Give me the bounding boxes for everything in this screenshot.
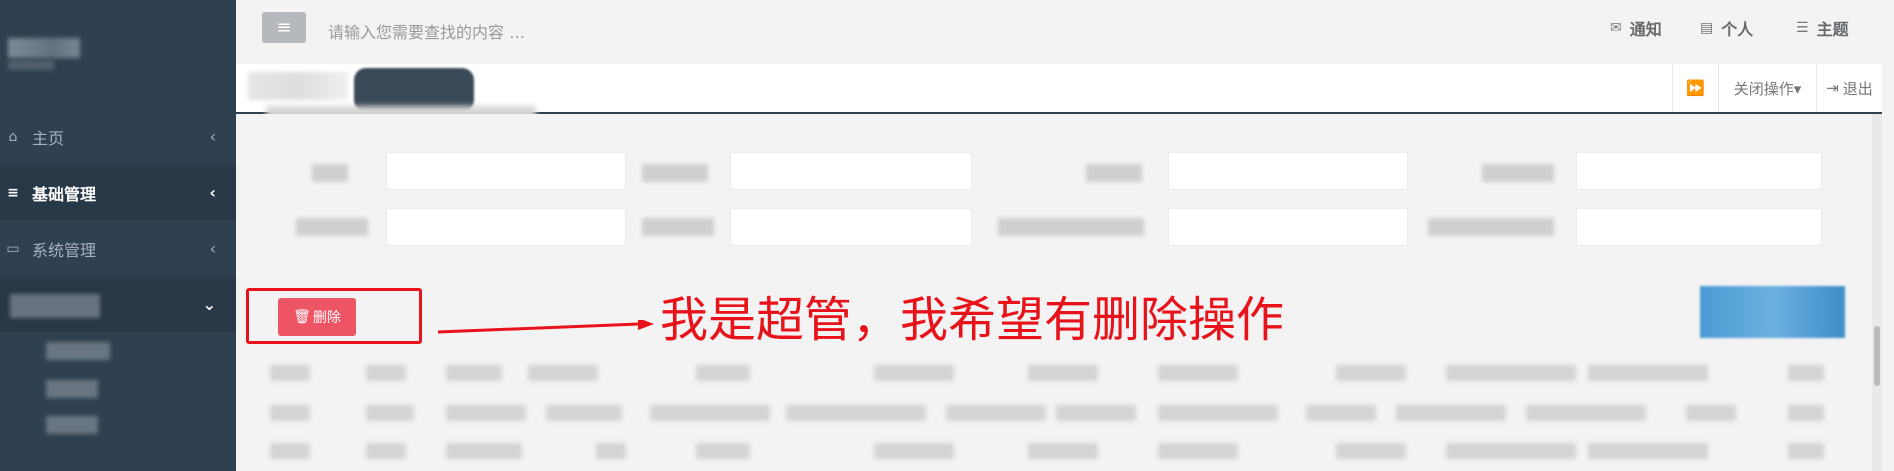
form-label bbox=[998, 218, 1144, 236]
logo-subtitle bbox=[8, 60, 54, 70]
column-toggle-button[interactable] bbox=[1700, 286, 1845, 338]
search-field[interactable] bbox=[386, 208, 626, 246]
annotation-arrow bbox=[438, 320, 654, 334]
search-field[interactable] bbox=[1168, 208, 1408, 246]
form-label bbox=[312, 164, 348, 182]
close-operations-label: 关闭操作▾ bbox=[1733, 79, 1802, 98]
annotation-text: 我是超管，我希望有删除操作 bbox=[660, 292, 1285, 348]
delete-button-label: 删除 bbox=[312, 310, 341, 326]
list-alt-icon: ☰ bbox=[1796, 20, 1809, 36]
sidebar-item-label: 基础管理 bbox=[32, 184, 97, 204]
scrollbar-thumb[interactable] bbox=[1874, 326, 1880, 386]
search-field[interactable] bbox=[730, 208, 972, 246]
id-card-icon: ▤ bbox=[1700, 20, 1714, 36]
sidebar: ⌂ 主页 ‹ ≡ 基础管理 ‹ ▭ 系统管理 ‹ ⌄ bbox=[0, 0, 236, 471]
sidebar-item-label bbox=[10, 294, 100, 318]
close-operations-dropdown[interactable]: 关闭操作▾ bbox=[1718, 64, 1816, 112]
envelope-icon: ✉ bbox=[1610, 20, 1622, 36]
select-field[interactable] bbox=[1576, 208, 1822, 246]
hamburger-icon: ≡ bbox=[276, 17, 292, 38]
notify-label: 通知 bbox=[1629, 20, 1662, 39]
sidebar-item-system-management[interactable]: ▭ 系统管理 ‹ bbox=[0, 222, 236, 276]
chevron-down-icon: ⌄ bbox=[202, 295, 216, 314]
tab-home[interactable] bbox=[248, 72, 348, 100]
sidebar-item-expanded[interactable]: ⌄ bbox=[0, 278, 236, 332]
profile-link[interactable]: ▤ 个人 bbox=[1700, 16, 1753, 40]
search-field[interactable] bbox=[386, 152, 626, 190]
submenu-item[interactable] bbox=[46, 342, 110, 360]
top-navbar: ≡ 请输入您需要查找的内容 … ✉ 通知 ▤ 个人 ☰ 主题 bbox=[236, 0, 1894, 64]
sidebar-item-label: 系统管理 bbox=[32, 240, 97, 260]
list-icon: ≡ bbox=[7, 184, 19, 201]
form-label bbox=[1482, 164, 1554, 182]
table-row[interactable] bbox=[266, 440, 1846, 462]
main-content: 🗑 删除 我是超管，我希望有删除操作 bbox=[236, 114, 1882, 471]
app-root: ⌂ 主页 ‹ ≡ 基础管理 ‹ ▭ 系统管理 ‹ ⌄ ≡ 请输入您需要查找的内容… bbox=[0, 0, 1894, 471]
search-field[interactable] bbox=[730, 152, 972, 190]
search-field[interactable] bbox=[1168, 152, 1408, 190]
tab-forward-button[interactable]: ⏩ bbox=[1672, 64, 1718, 112]
sidebar-item-home[interactable]: ⌂ 主页 ‹ bbox=[0, 110, 236, 164]
sidebar-item-label: 主页 bbox=[32, 128, 65, 148]
delete-button[interactable]: 🗑 删除 bbox=[278, 298, 356, 336]
logout-label: 退出 bbox=[1842, 79, 1873, 98]
sign-out-icon: ⇥ bbox=[1826, 79, 1839, 97]
form-label bbox=[296, 218, 368, 236]
logout-button[interactable]: ⇥ 退出 bbox=[1816, 64, 1882, 112]
theme-label: 主题 bbox=[1816, 20, 1849, 39]
form-label bbox=[1086, 164, 1142, 182]
submenu-item[interactable] bbox=[46, 380, 98, 398]
chevron-left-icon: ‹ bbox=[209, 127, 216, 146]
table-row[interactable] bbox=[266, 402, 1846, 424]
logo bbox=[8, 38, 80, 58]
profile-label: 个人 bbox=[1721, 20, 1754, 39]
trash-icon: 🗑 bbox=[293, 309, 311, 325]
form-label bbox=[642, 218, 714, 236]
forward-icon: ⏩ bbox=[1686, 79, 1705, 97]
form-label bbox=[642, 164, 708, 182]
table-header bbox=[266, 362, 1846, 384]
tab-strip: ⏩ 关闭操作▾ ⇥ 退出 bbox=[236, 64, 1882, 118]
chevron-left-icon: ‹ bbox=[209, 239, 216, 258]
chevron-left-icon: ‹ bbox=[209, 183, 216, 202]
theme-link[interactable]: ☰ 主题 bbox=[1796, 16, 1849, 40]
search-input[interactable]: 请输入您需要查找的内容 … bbox=[328, 19, 648, 43]
form-label bbox=[1428, 218, 1554, 236]
notify-link[interactable]: ✉ 通知 bbox=[1610, 16, 1662, 40]
home-icon: ⌂ bbox=[8, 128, 18, 145]
sidebar-item-basic-management[interactable]: ≡ 基础管理 ‹ bbox=[0, 166, 236, 220]
menu-toggle-button[interactable]: ≡ bbox=[262, 12, 306, 43]
vertical-scrollbar[interactable] bbox=[1872, 114, 1882, 471]
search-field[interactable] bbox=[1576, 152, 1822, 190]
monitor-icon: ▭ bbox=[6, 240, 20, 257]
submenu-item[interactable] bbox=[46, 416, 98, 434]
